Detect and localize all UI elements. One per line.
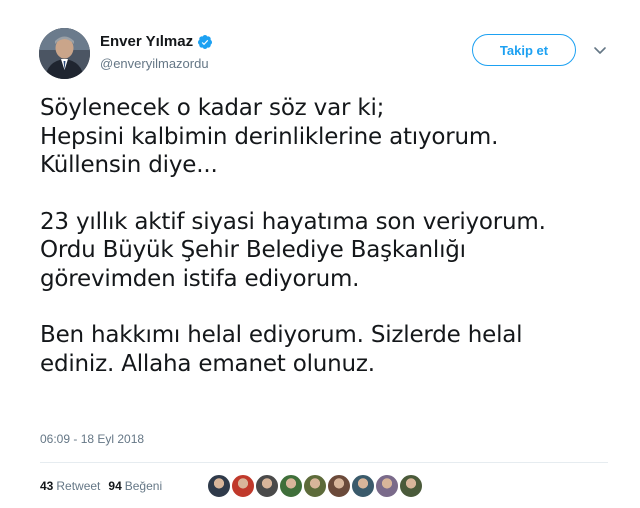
tweet-paragraph: Ben hakkımı helal ediyorum. Sizlerde hel…	[40, 322, 523, 377]
tweet-text: Söylenecek o kadar söz var ki; Hepsini k…	[40, 94, 600, 378]
liker-avatar[interactable]	[254, 473, 280, 499]
avatar-image	[39, 28, 90, 79]
author-name[interactable]: Enver Yılmaz	[100, 33, 193, 50]
verified-badge-icon	[198, 34, 213, 49]
liker-avatar[interactable]	[206, 473, 232, 499]
liker-avatar[interactable]	[326, 473, 352, 499]
like-number: 94	[108, 479, 122, 493]
retweet-number: 43	[40, 479, 54, 493]
liker-avatar[interactable]	[398, 473, 424, 499]
divider	[40, 462, 608, 463]
liker-avatar[interactable]	[278, 473, 304, 499]
tweet-timestamp[interactable]: 06:09 - 18 Eyl 2018	[40, 432, 144, 446]
author-name-row[interactable]: Enver Yılmaz	[100, 33, 213, 50]
tweet-paragraph: Söylenecek o kadar söz var ki; Hepsini k…	[40, 95, 499, 178]
retweet-label: Retweet	[56, 479, 101, 493]
tweet-stats: 43 Retweet 94 Beğeni	[40, 479, 170, 493]
liker-avatar[interactable]	[374, 473, 400, 499]
liker-avatars	[206, 473, 424, 499]
follow-button[interactable]: Takip et	[472, 34, 576, 66]
avatar[interactable]	[39, 28, 90, 79]
liker-avatar[interactable]	[230, 473, 256, 499]
chevron-down-icon[interactable]	[592, 42, 608, 58]
like-label: Beğeni	[124, 479, 163, 493]
tweet-paragraph: 23 yıllık aktif siyasi hayatıma son veri…	[40, 208, 546, 292]
liker-avatar[interactable]	[302, 473, 328, 499]
retweet-count[interactable]: 43 Retweet	[40, 479, 100, 493]
liker-avatar[interactable]	[350, 473, 376, 499]
like-count[interactable]: 94 Beğeni	[108, 479, 162, 493]
author-handle[interactable]: @enveryilmazordu	[100, 56, 209, 71]
